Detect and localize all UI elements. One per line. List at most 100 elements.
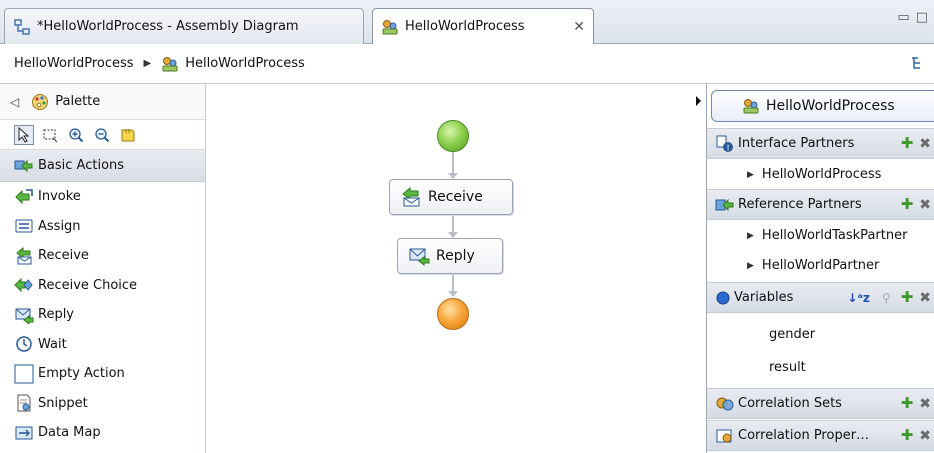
editor-tab-bar: *HelloWorldProcess - Assembly Diagram He… <box>0 0 934 44</box>
collapse-palette-icon[interactable]: ◁ <box>10 95 19 109</box>
tray-item-label: result <box>769 360 806 375</box>
invoke-icon <box>14 187 34 207</box>
breadcrumb-item[interactable]: HelloWorldProcess <box>185 56 305 71</box>
palette-item-label: Reply <box>38 307 75 323</box>
section-label: Interface Partners <box>738 136 855 151</box>
tray-item-interface-partner[interactable]: ▶ HelloWorldProcess <box>707 160 934 189</box>
palette-item-wait[interactable]: Wait <box>0 330 205 360</box>
expand-arrow-icon[interactable]: ▶ <box>747 231 754 241</box>
window-controls: ▭ □ <box>897 10 928 25</box>
select-arrow-icon[interactable] <box>14 124 34 145</box>
maximize-icon[interactable]: □ <box>916 10 928 25</box>
snippet-icon <box>14 393 34 413</box>
end-node[interactable] <box>437 298 469 330</box>
delete-correlation-set-icon[interactable]: ✖ <box>919 397 931 411</box>
palette-item-receive-choice[interactable]: Receive Choice <box>0 271 205 301</box>
sort-az-icon[interactable]: ↓ᵃz <box>847 291 870 305</box>
tray-item-label: gender <box>769 327 816 342</box>
correlation-property-icon <box>715 427 735 445</box>
tray-item-reference-partner[interactable]: ▶ HelloWorldTaskPartner <box>707 221 934 250</box>
palette-item-label: Snippet <box>38 395 88 411</box>
drawer-label: Basic Actions <box>38 158 125 173</box>
tray-process-button[interactable]: HelloWorldProcess <box>711 90 934 122</box>
palette-item-label: Data Map <box>38 425 101 441</box>
zoom-in-icon[interactable] <box>66 125 86 145</box>
find-icon[interactable]: ⚲ <box>882 291 891 305</box>
palette-item-label: Invoke <box>38 189 81 205</box>
correlation-set-icon <box>715 395 735 413</box>
section-reference-partners[interactable]: Reference Partners ✚ ✖ <box>707 189 934 220</box>
receive-icon <box>14 246 34 266</box>
palette-item-label: Receive <box>38 248 89 264</box>
palette-item-label: Empty Action <box>38 366 125 382</box>
delete-interface-partner-icon[interactable]: ✖ <box>919 137 931 151</box>
flow-connector <box>452 274 454 292</box>
tray-item-reference-partner[interactable]: ▶ HelloWorldPartner <box>707 251 934 280</box>
receive-activity[interactable]: Receive <box>389 179 513 215</box>
section-interface-partners[interactable]: I Interface Partners ✚ ✖ <box>707 128 934 159</box>
process-icon <box>161 55 179 73</box>
delete-variable-icon[interactable]: ✖ <box>919 291 931 305</box>
add-reference-partner-icon[interactable]: ✚ <box>901 197 914 212</box>
expand-arrow-icon[interactable]: ▶ <box>747 170 754 180</box>
expand-arrow-icon[interactable]: ▶ <box>747 261 754 271</box>
tray-item-variable[interactable]: gender <box>707 320 934 349</box>
flow-arrow-icon <box>448 291 458 297</box>
palette-tools <box>0 120 205 150</box>
add-correlation-property-icon[interactable]: ✚ <box>901 428 914 443</box>
close-icon[interactable]: ✕ <box>573 19 585 35</box>
tab-label: HelloWorldProcess <box>405 19 525 34</box>
zoom-out-icon[interactable] <box>92 125 112 145</box>
interface-partner-icon: I <box>715 134 735 154</box>
process-icon <box>742 97 760 115</box>
tray-item-variable[interactable]: result <box>707 353 934 382</box>
section-label: Correlation Sets <box>738 396 842 411</box>
tab-assembly-diagram[interactable]: *HelloWorldProcess - Assembly Diagram <box>4 8 364 44</box>
reference-partner-icon <box>715 196 735 214</box>
palette-drawer-basic-actions[interactable]: Basic Actions <box>0 150 205 182</box>
data-map-icon <box>14 423 34 443</box>
delete-reference-partner-icon[interactable]: ✖ <box>919 198 931 212</box>
activity-label: Reply <box>436 248 475 264</box>
palette-item-snippet[interactable]: Snippet <box>0 389 205 419</box>
section-variables[interactable]: Variables ↓ᵃz ⚲ ✚ ✖ <box>707 282 934 313</box>
start-node[interactable] <box>437 120 469 152</box>
process-icon <box>381 18 399 36</box>
section-correlation-properties[interactable]: Correlation Proper… ✚ ✖ <box>707 420 934 451</box>
tab-hello-world-process[interactable]: HelloWorldProcess ✕ <box>372 8 594 44</box>
tray-item-label: HelloWorldProcess <box>761 167 882 182</box>
reply-icon <box>408 246 430 266</box>
palette-item-label: Wait <box>38 336 67 352</box>
marquee-icon[interactable] <box>40 125 60 145</box>
flow-connector <box>452 215 454 233</box>
section-correlation-sets[interactable]: Correlation Sets ✚ ✖ <box>707 388 934 419</box>
palette-header: ◁ Palette <box>0 84 205 120</box>
reply-activity[interactable]: Reply <box>397 238 503 274</box>
palette-item-assign[interactable]: Assign <box>0 212 205 242</box>
minimize-icon[interactable]: ▭ <box>897 10 909 25</box>
delete-correlation-property-icon[interactable]: ✖ <box>919 429 931 443</box>
palette-title: Palette <box>55 94 101 109</box>
add-interface-partner-icon[interactable]: ✚ <box>901 136 914 151</box>
add-correlation-set-icon[interactable]: ✚ <box>901 396 914 411</box>
activity-label: Receive <box>428 189 483 205</box>
outline-tree-icon[interactable] <box>910 56 924 74</box>
palette-item-label: Assign <box>38 218 81 234</box>
palette-item-data-map[interactable]: Data Map <box>0 418 205 448</box>
tray-item-label: HelloWorldPartner <box>761 258 880 273</box>
palette-item-empty-action[interactable]: Empty Action <box>0 359 205 389</box>
tray-item-label: HelloWorldTaskPartner <box>761 228 908 243</box>
palette-panel: ◁ Palette Basic Actions Invoke Assign Re… <box>0 84 206 453</box>
add-variable-icon[interactable]: ✚ <box>901 290 914 305</box>
breadcrumb-item[interactable]: HelloWorldProcess <box>14 56 134 71</box>
wait-icon <box>14 334 34 354</box>
breadcrumb: HelloWorldProcess ▶ HelloWorldProcess <box>0 44 934 84</box>
section-label: Variables <box>734 290 794 305</box>
note-icon[interactable] <box>118 125 138 145</box>
section-label: Reference Partners <box>738 197 862 212</box>
palette-item-receive[interactable]: Receive <box>0 241 205 271</box>
palette-item-reply[interactable]: Reply <box>0 300 205 330</box>
sash-arrow-icon[interactable] <box>696 96 701 106</box>
variable-icon <box>715 290 731 306</box>
palette-item-invoke[interactable]: Invoke <box>0 182 205 212</box>
